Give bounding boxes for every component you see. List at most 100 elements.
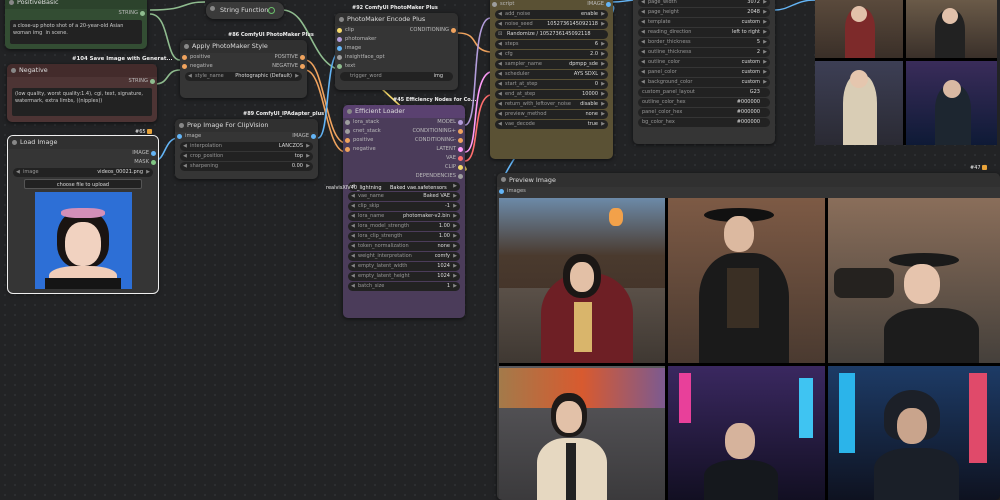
input-dot[interactable] [182, 64, 187, 69]
interpolation-selector[interactable]: ◀ interpolation LANCZOS ▶ [180, 142, 313, 151]
end-at-step-stepper[interactable]: ◀ end_at_step 10000 ▶ [495, 90, 608, 99]
lora-name-selector[interactable]: ◀ lora_name photomaker-v2.bin ▶ [348, 212, 460, 221]
output-dot[interactable] [300, 64, 305, 69]
scheduler-selector[interactable]: ◀ scheduler AYS SDXL ▶ [495, 70, 608, 79]
reading-direction-selector[interactable]: ◀ reading_direction left to right ▶ [638, 28, 770, 37]
input-dot[interactable] [337, 28, 342, 33]
image-selector[interactable]: ◀ image videos_00021.png ▶ [13, 168, 153, 177]
bg-color-hex-field[interactable]: bg_color_hex #000000 [638, 118, 770, 127]
positive-basic-node[interactable]: PositiveBasic STRING a close-up photo sh… [5, 0, 147, 49]
node-title[interactable]: String Function [220, 6, 268, 14]
efficient-loader-node[interactable]: Efficient Loader lora_stack MODEL cnet_st… [343, 105, 465, 318]
border-thickness-stepper[interactable]: ◀ border_thickness 5 ▶ [638, 38, 770, 47]
output-dot[interactable] [311, 134, 316, 139]
input-dot[interactable] [345, 129, 350, 134]
preview-method-selector[interactable]: ◀ preview_method none ▶ [495, 110, 608, 119]
prep-image-clipvision-node[interactable]: Prep Image For ClipVision image IMAGE ◀ in… [175, 119, 318, 179]
node-title[interactable]: Load Image [8, 136, 158, 149]
output-dot[interactable] [458, 147, 463, 152]
steps-stepper[interactable]: ◀ steps 6 ▶ [495, 40, 608, 49]
empty-latent-width-stepper[interactable]: ◀ empty_latent_width 1024 ▶ [348, 262, 460, 271]
start-at-step-stepper[interactable]: ◀ start_at_step 0 ▶ [495, 80, 608, 89]
output-dot[interactable] [151, 151, 156, 156]
image-grid-node[interactable]: ◀ page_width 3072 ▶ ◀ page_height 2048 ▶ ◀ temp… [633, 0, 775, 144]
seed-dice-icon[interactable]: ⚄ [498, 30, 502, 39]
photomaker-encode-node[interactable]: PhotoMaker Encode Plus clip CONDITIONING … [335, 13, 458, 90]
input-dot[interactable] [345, 120, 350, 125]
style-name-selector[interactable]: ◀ style_name Photographic (Default) ▶ [185, 72, 302, 81]
output-dot[interactable] [150, 79, 155, 84]
prompt-textarea[interactable]: (low quality, worst quality:1.4), cgi, t… [12, 88, 152, 116]
lora-model-strength-stepper[interactable]: ◀ lora_model_strength 1.00 ▶ [348, 222, 460, 231]
input-dot[interactable] [345, 147, 350, 152]
outline-color-selector[interactable]: ◀ outline_color custom ▶ [638, 58, 770, 67]
output-dot[interactable] [458, 165, 463, 170]
vae-decode-selector[interactable]: ◀ vae_decode true ▶ [495, 120, 608, 129]
page-width-stepper[interactable]: ◀ page_width 3072 ▶ [638, 0, 770, 7]
output-dot[interactable] [458, 129, 463, 134]
output-dot[interactable] [606, 2, 611, 7]
page-height-stepper[interactable]: ◀ page_height 2048 ▶ [638, 8, 770, 17]
panel-color-selector[interactable]: ◀ panel_color custom ▶ [638, 68, 770, 77]
ksampler-node[interactable]: script IMAGE ◀ add_noise enable ▶ ◀ noise_see… [490, 0, 613, 159]
input-dot[interactable] [345, 138, 350, 143]
load-image-node[interactable]: Load Image IMAGE MASK ◀ image videos_00021… [7, 135, 159, 294]
apply-photomaker-style-node[interactable]: Apply PhotoMaker Style positive POSITIVE … [180, 40, 307, 98]
prompt-textarea[interactable]: a close-up photo shot of a 20-year-old A… [10, 20, 142, 44]
custom-panel-layout-field[interactable]: custom_panel_layout G23 [638, 88, 770, 97]
node-title[interactable]: Prep Image For ClipVision [175, 119, 318, 132]
token-normalization-selector[interactable]: ◀ token_normalization none ▶ [348, 242, 460, 251]
node-title[interactable]: Efficient Loader [343, 105, 465, 118]
node-title[interactable]: PositiveBasic [5, 0, 147, 9]
input-dot[interactable] [492, 2, 497, 7]
input-dot[interactable] [182, 55, 187, 60]
arrow-right-icon[interactable]: ▶ [146, 168, 150, 177]
sharpening-stepper[interactable]: ◀ sharpening 0.00 ▶ [180, 162, 313, 171]
empty-latent-height-stepper[interactable]: ◀ empty_latent_height 1024 ▶ [348, 272, 460, 281]
input-dot[interactable] [337, 55, 342, 60]
seed-control[interactable]: ⚄ Randomize / 1052736145092118 [495, 30, 608, 39]
trigger-word-field[interactable]: trigger_word img [340, 72, 453, 81]
clip-skip-stepper[interactable]: ◀ clip_skip -1 ▶ [348, 202, 460, 211]
output-dot[interactable] [151, 160, 156, 165]
lora-clip-strength-stepper[interactable]: ◀ lora_clip_strength 1.00 ▶ [348, 232, 460, 241]
string-function-node[interactable]: String Function [206, 2, 284, 19]
output-dot[interactable] [140, 11, 145, 16]
panel-color-hex-field[interactable]: panel_color_hex #000000 [638, 108, 770, 117]
outline-thickness-stepper[interactable]: ◀ outline_thickness 2 ▶ [638, 48, 770, 57]
input-dot[interactable] [177, 134, 182, 139]
arrow-left-icon[interactable]: ◀ [188, 72, 192, 81]
output-dot[interactable] [458, 174, 463, 179]
vae-name-selector[interactable]: ◀ vae_name Baked VAE ▶ [348, 192, 460, 201]
negative-node[interactable]: Negative STRING (low quality, worst qual… [7, 64, 157, 122]
output-dot[interactable] [458, 156, 463, 161]
sampler-name-selector[interactable]: ◀ sampler_name dpmpp_sde ▶ [495, 60, 608, 69]
input-dot[interactable] [499, 189, 504, 194]
outline-color-hex-field[interactable]: outline_color_hex #000000 [638, 98, 770, 107]
node-title[interactable]: Negative [7, 64, 157, 77]
output-dot[interactable] [300, 55, 305, 60]
crop-position-selector[interactable]: ◀ crop_position top ▶ [180, 152, 313, 161]
output-dot[interactable] [451, 28, 456, 33]
input-dot[interactable] [337, 37, 342, 42]
noise-seed-stepper[interactable]: ◀ noise_seed 1052736145092118 ▶ [495, 20, 608, 29]
node-graph-canvas[interactable]: PositiveBasic STRING a close-up photo sh… [0, 0, 1000, 500]
batch-size-stepper[interactable]: ◀ batch_size 1 ▶ [348, 282, 460, 291]
input-dot[interactable] [337, 64, 342, 69]
background-color-selector[interactable]: ◀ background_color custom ▶ [638, 78, 770, 87]
node-title[interactable]: PhotoMaker Encode Plus [335, 13, 458, 26]
node-title[interactable]: Apply PhotoMaker Style [180, 40, 307, 53]
return-leftover-noise-selector[interactable]: ◀ return_with_leftover_noise disable ▶ [495, 100, 608, 109]
template-selector[interactable]: ◀ template custom ▶ [638, 18, 770, 27]
cfg-stepper[interactable]: ◀ cfg 2.0 ▶ [495, 50, 608, 59]
preview-image-node[interactable]: Preview Image images [497, 173, 1000, 500]
output-dot[interactable] [458, 120, 463, 125]
arrow-right-icon[interactable]: ▶ [295, 72, 299, 81]
node-title[interactable]: Preview Image [497, 173, 1000, 187]
weight-interpretation-selector[interactable]: ◀ weight_interpretation comfy ▶ [348, 252, 460, 261]
arrow-left-icon[interactable]: ◀ [16, 168, 20, 177]
input-dot[interactable] [337, 46, 342, 51]
upload-button[interactable]: choose file to upload [24, 179, 142, 189]
output-dot[interactable] [458, 138, 463, 143]
add-noise-selector[interactable]: ◀ add_noise enable ▶ [495, 10, 608, 19]
